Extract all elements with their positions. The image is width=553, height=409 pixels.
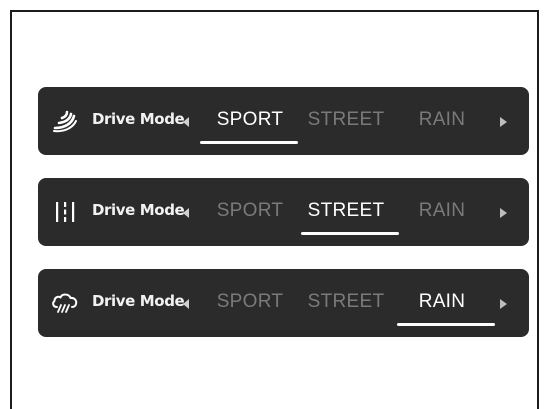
selected-mode-underline [301,232,399,235]
drive-mode-label: Drive Mode [92,201,185,219]
drive-mode-selector-rain: Drive Mode SPORT STREET RAIN [38,269,529,337]
previous-mode-arrow-icon[interactable] [183,117,189,127]
selected-mode-underline [200,141,298,144]
option-rain[interactable]: RAIN [387,109,497,131]
selected-mode-underline [397,323,495,326]
next-mode-arrow-icon[interactable] [500,299,507,309]
drive-mode-selector-street: Drive Mode SPORT STREET RAIN [38,178,529,246]
option-street[interactable]: STREET [291,291,401,313]
option-rain[interactable]: RAIN [387,200,497,222]
drive-mode-label: Drive Mode [92,292,185,310]
option-sport[interactable]: SPORT [195,200,305,222]
option-street[interactable]: STREET [291,200,401,222]
street-road-icon [50,198,80,226]
drive-mode-selector-sport: Drive Mode SPORT STREET RAIN [38,87,529,155]
drive-mode-label: Drive Mode [92,110,185,128]
rain-cloud-icon [50,289,80,317]
previous-mode-arrow-icon[interactable] [183,208,189,218]
option-sport[interactable]: SPORT [195,291,305,313]
previous-mode-arrow-icon[interactable] [183,299,189,309]
option-street[interactable]: STREET [291,109,401,131]
option-sport[interactable]: SPORT [195,109,305,131]
sport-wind-icon [50,107,80,135]
next-mode-arrow-icon[interactable] [500,208,507,218]
next-mode-arrow-icon[interactable] [500,117,507,127]
option-rain[interactable]: RAIN [387,291,497,313]
